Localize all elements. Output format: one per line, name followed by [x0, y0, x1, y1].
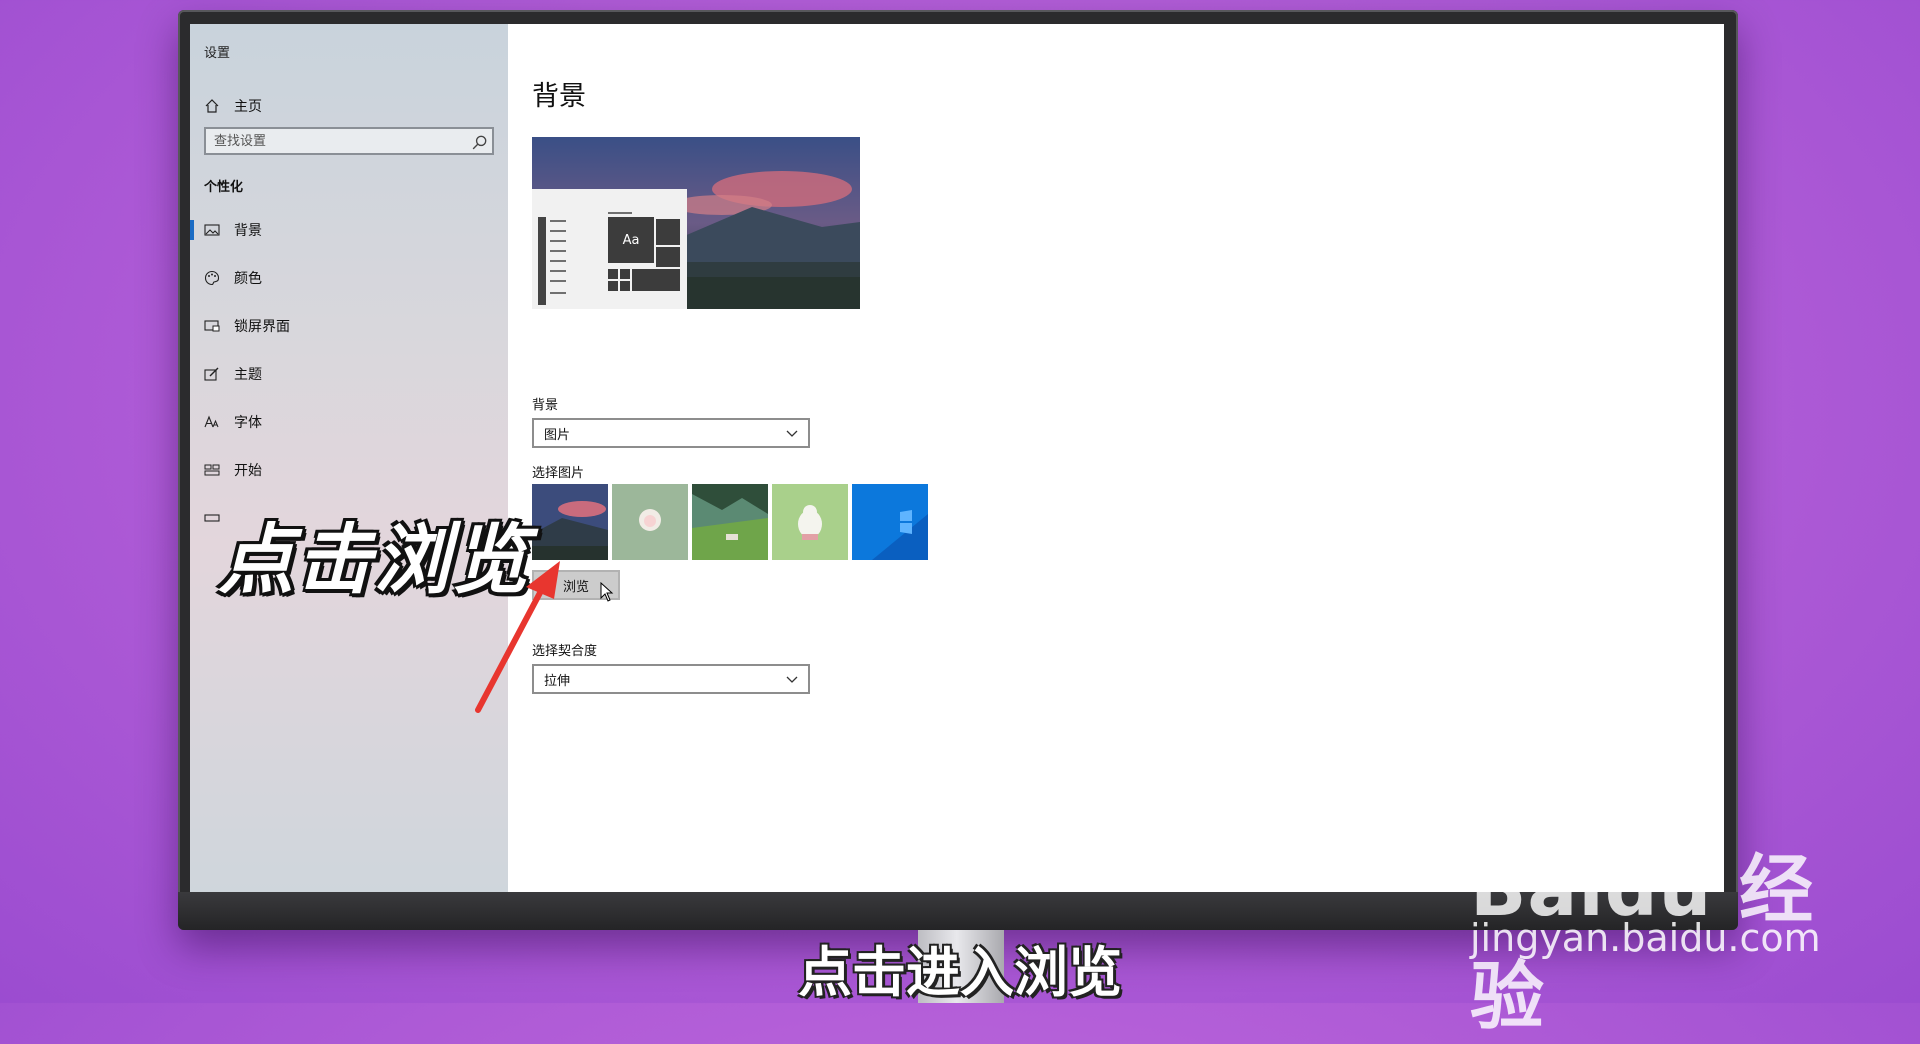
nav-item-background[interactable]: 背景 — [190, 206, 508, 254]
sidebar: 设置 主页 个性化 背景 — [190, 24, 508, 892]
red-arrow-icon — [475, 561, 560, 713]
nav-item-fonts[interactable]: 字体 — [190, 398, 508, 446]
lock-screen-icon — [204, 318, 220, 334]
picture-thumbnails — [532, 484, 928, 560]
thumbnail-landscape-dusk[interactable] — [532, 484, 608, 560]
nav-item-label: 主题 — [234, 367, 262, 383]
nav-item-colors[interactable]: 颜色 — [190, 254, 508, 302]
video-subtitle: 点击进入浏览 — [798, 941, 1122, 1004]
thumbnail-chick-green[interactable] — [772, 484, 848, 560]
nav-item-start[interactable]: 开始 — [190, 446, 508, 494]
mouse-cursor-icon — [600, 581, 614, 602]
window-title: 设置 — [204, 46, 231, 61]
background-type-label: 背景 — [532, 398, 559, 413]
page-title: 背景 — [532, 81, 586, 112]
choose-picture-label: 选择图片 — [532, 466, 585, 481]
search-icon[interactable] — [472, 134, 487, 150]
theme-brush-icon — [204, 366, 220, 382]
settings-window: 设置 主页 个性化 背景 — [190, 24, 1724, 892]
nav-item-label: 锁屏界面 — [234, 319, 290, 335]
preview-window: Aa — [532, 189, 687, 309]
background-preview: Aa — [532, 137, 860, 309]
nav-item-label: 颜色 — [234, 271, 262, 287]
background-type-dropdown[interactable]: 图片 — [532, 418, 810, 448]
thumbnail-sheep-green[interactable] — [612, 484, 688, 560]
picture-icon — [204, 222, 220, 238]
nav-list: 背景 颜色 锁屏界面 主题 字体 开始 — [190, 206, 508, 542]
nav-item-themes[interactable]: 主题 — [190, 350, 508, 398]
section-title: 个性化 — [204, 180, 244, 195]
nav-item-label: 开始 — [234, 463, 262, 479]
search-input[interactable] — [206, 129, 462, 153]
search-box[interactable] — [204, 127, 494, 155]
chevron-down-icon — [786, 428, 798, 438]
nav-item-label: 背景 — [234, 223, 262, 239]
start-icon — [204, 462, 220, 478]
nav-home[interactable]: 主页 — [204, 94, 262, 118]
home-icon — [204, 98, 220, 114]
thumbnail-valley-meadow[interactable] — [692, 484, 768, 560]
font-icon — [204, 414, 220, 430]
nav-item-label: 字体 — [234, 415, 262, 431]
thumbnail-windows-blue[interactable] — [852, 484, 928, 560]
nav-home-label: 主页 — [234, 99, 262, 115]
preview-sample-tile: Aa — [608, 217, 654, 263]
palette-icon — [204, 270, 220, 286]
chevron-down-icon — [786, 674, 798, 684]
nav-item-lock-screen[interactable]: 锁屏界面 — [190, 302, 508, 350]
background-type-value: 图片 — [544, 427, 571, 443]
main-content: 背景 Aa 背景 图片 选择图片 浏览 选择契合度 拉伸 — [508, 24, 1724, 892]
